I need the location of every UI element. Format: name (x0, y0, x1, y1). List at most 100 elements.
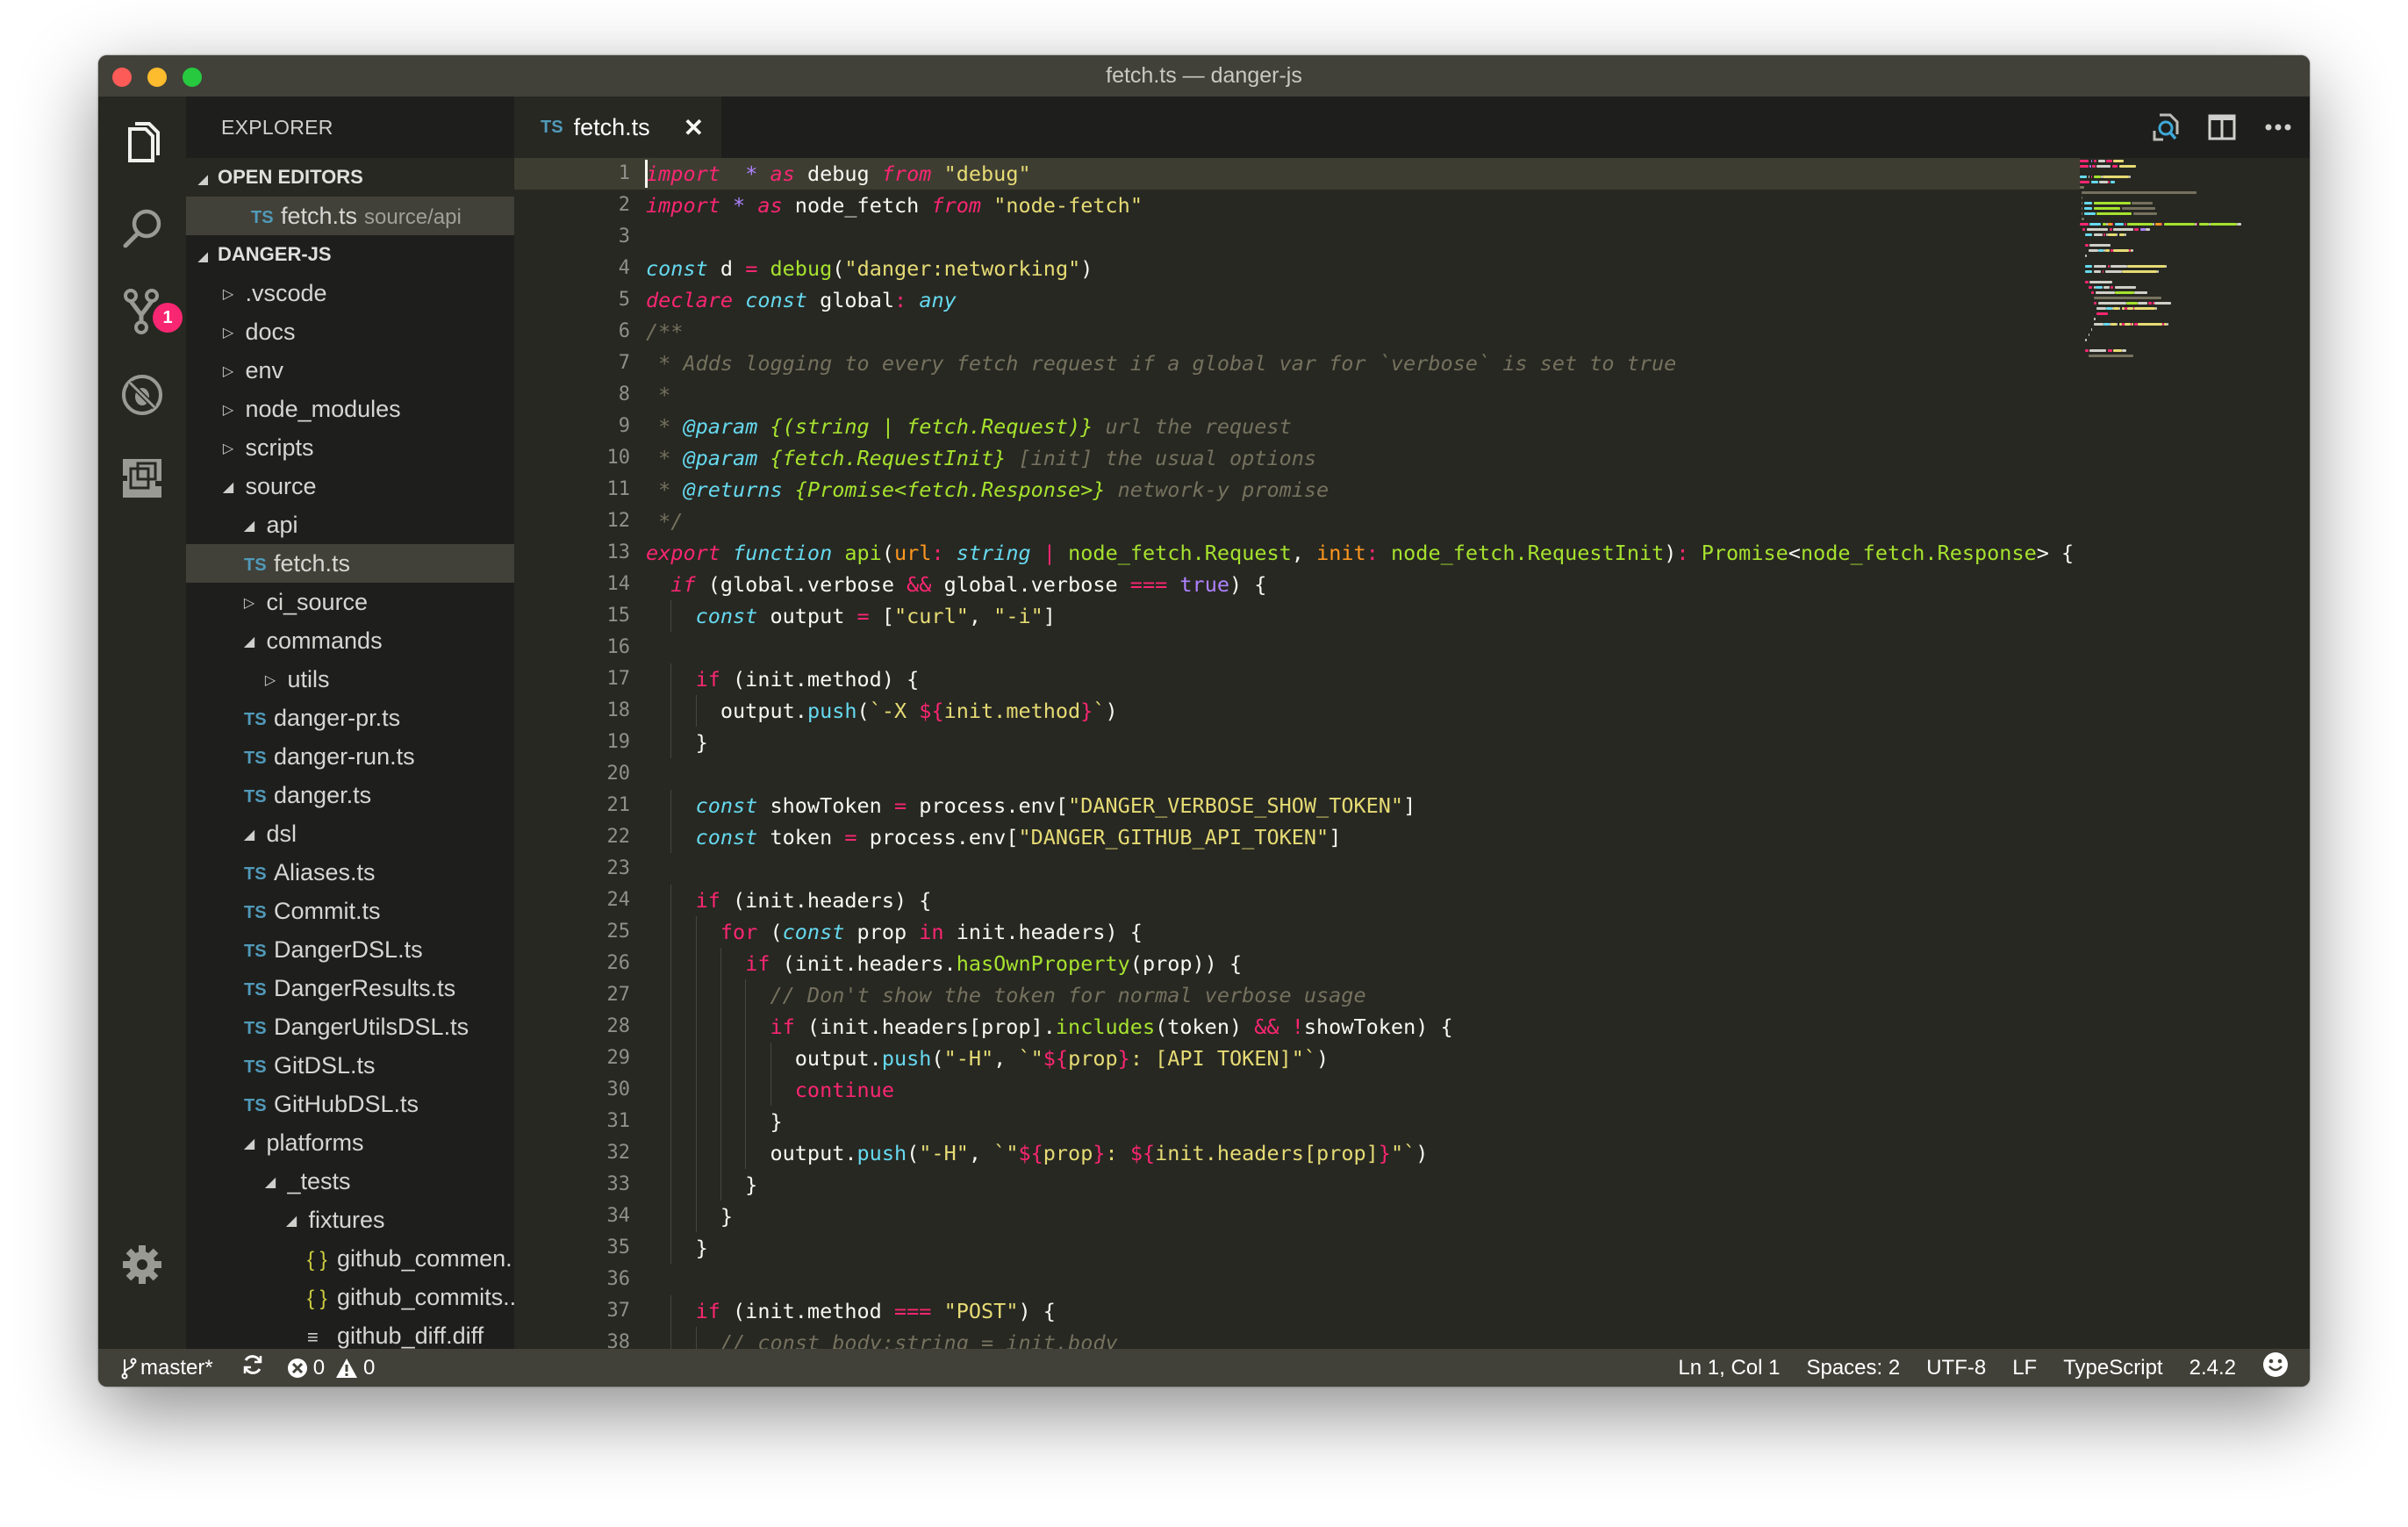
minimap-token (2104, 270, 2122, 273)
tree-item-scripts[interactable]: ▷ scripts (186, 428, 514, 467)
tree-item-fixtures[interactable]: ◢ fixtures (186, 1201, 514, 1239)
sync-button[interactable] (241, 1353, 264, 1382)
tree-item-utils[interactable]: ▷ utils (186, 660, 514, 699)
tree-item-platforms[interactable]: ◢ platforms (186, 1123, 514, 1162)
indent-guide (720, 1169, 721, 1201)
line-number: 34 (606, 1205, 631, 1227)
tree-item-dangerdsl-ts[interactable]: TS DangerDSL.ts (186, 930, 514, 969)
tree-item-label: github_commits... (337, 1284, 514, 1310)
manage-settings[interactable] (119, 1242, 165, 1287)
minimap-token (2090, 291, 2094, 294)
tree-item-fetch-ts[interactable]: TS fetch.ts (186, 544, 514, 583)
tree-item-commands[interactable]: ◢ commands (186, 621, 514, 660)
tree-item-github-diff-diff[interactable]: ≡ github_diff.diff (186, 1316, 514, 1349)
minimap-token (2080, 223, 2089, 226)
typescript-version[interactable]: 2.4.2 (2189, 1356, 2236, 1380)
minimap-token (2085, 270, 2093, 273)
minimap-token (2103, 286, 2110, 289)
code-editor[interactable]: 1 import * as debug from "debug" 2 import *… (514, 158, 2310, 1349)
tree-item-commit-ts[interactable]: TS Commit.ts (186, 892, 514, 930)
expanded-chevron-icon[interactable]: ◢ (218, 469, 239, 507)
line-number: 11 (606, 478, 631, 500)
tree-item-vscode[interactable]: ▷ .vscode (186, 274, 514, 312)
open-editors-section[interactable]: ◢ OPEN EDITORS (186, 158, 514, 197)
expanded-chevron-icon[interactable]: ◢ (239, 816, 260, 855)
collapsed-chevron-icon[interactable]: ▷ (218, 391, 239, 430)
minimap-token (2113, 228, 2133, 231)
tree-item-githubdsl-ts[interactable]: TS GitHubDSL.ts (186, 1085, 514, 1123)
line-number: 3 (618, 226, 630, 247)
activity-bar: 1 (98, 97, 186, 1349)
collapsed-chevron-icon[interactable]: ▷ (218, 353, 239, 391)
cursor-position[interactable]: Ln 1, Col 1 (1678, 1356, 1780, 1380)
language-mode[interactable]: TypeScript (2063, 1356, 2162, 1380)
code-line: 24 if (init.headers) { (514, 885, 2310, 916)
tree-item-tests[interactable]: ◢ _tests (186, 1162, 514, 1201)
minimap-token (2155, 307, 2157, 310)
tree-item-dangerresults-ts[interactable]: TS DangerResults.ts (186, 969, 514, 1007)
close-tab-icon[interactable]: ✕ (684, 113, 704, 142)
line-number: 21 (606, 794, 631, 816)
tree-item-dangerutilsdsl-ts[interactable]: TS DangerUtilsDSL.ts (186, 1007, 514, 1046)
activity-extensions[interactable] (116, 452, 168, 505)
branch-indicator[interactable]: master* (121, 1356, 213, 1380)
collapsed-chevron-icon[interactable]: ▷ (218, 276, 239, 314)
tree-item-aliases-ts[interactable]: TS Aliases.ts (186, 853, 514, 892)
collapsed-chevron-icon[interactable]: ▷ (260, 662, 281, 700)
tree-item-dsl[interactable]: ◢ dsl (186, 814, 514, 853)
project-section[interactable]: ◢ DANGER-JS (186, 235, 514, 274)
open-changes-button[interactable] (2150, 111, 2182, 143)
open-editor-path: source/api (364, 205, 462, 229)
expanded-chevron-icon[interactable]: ◢ (260, 1164, 281, 1202)
tree-item-github-commits[interactable]: { } github_commits... (186, 1278, 514, 1316)
encoding[interactable]: UTF-8 (1926, 1356, 1986, 1380)
feedback-button[interactable] (2262, 1351, 2289, 1384)
split-editor-button[interactable] (2206, 111, 2238, 143)
activity-explorer[interactable] (116, 116, 168, 168)
indent-guide (695, 1106, 697, 1137)
sidebar-title: EXPLORER (221, 116, 333, 139)
more-actions-button[interactable] (2262, 111, 2294, 143)
activity-search[interactable] (116, 202, 168, 254)
tree-item-env[interactable]: ▷ env (186, 351, 514, 390)
tree-item-gitdsl-ts[interactable]: TS GitDSL.ts (186, 1046, 514, 1085)
minimap-token (2083, 212, 2096, 215)
line-number: 31 (606, 1110, 631, 1132)
indent-guide (720, 1106, 721, 1137)
line-endings[interactable]: LF (2012, 1356, 2037, 1380)
open-editor-item[interactable]: TS fetch.ts source/api (186, 197, 514, 235)
collapsed-chevron-icon[interactable]: ▷ (218, 314, 239, 353)
minimap-token (2164, 223, 2196, 226)
minimap[interactable] (2080, 158, 2297, 1349)
tree-item-source[interactable]: ◢ source (186, 467, 514, 505)
tree-item-github-commen[interactable]: { } github_commen... (186, 1239, 514, 1278)
more-actions-icon (2265, 124, 2291, 131)
tree-item-danger-pr-ts[interactable]: TS danger-pr.ts (186, 699, 514, 737)
tree-item-api[interactable]: ◢ api (186, 505, 514, 544)
tree-item-danger-run-ts[interactable]: TS danger-run.ts (186, 737, 514, 776)
expanded-chevron-icon[interactable]: ◢ (239, 623, 260, 662)
tree-item-label: commands (266, 627, 383, 654)
minimap-token (2111, 181, 2115, 183)
tree-item-node-modules[interactable]: ▷ node_modules (186, 390, 514, 428)
minimap-token (2134, 291, 2147, 294)
tree-item-ci-source[interactable]: ▷ ci_source (186, 583, 514, 621)
expanded-chevron-icon[interactable]: ◢ (281, 1202, 302, 1241)
activity-debug[interactable] (116, 369, 168, 421)
collapsed-chevron-icon[interactable]: ▷ (239, 584, 260, 623)
tree-item-docs[interactable]: ▷ docs (186, 312, 514, 351)
line-number: 28 (606, 1015, 631, 1037)
expanded-chevron-icon[interactable]: ◢ (239, 507, 260, 546)
activity-source-control[interactable]: 1 (116, 285, 183, 338)
code-text: // const body:string = init.body (720, 1330, 1118, 1349)
collapsed-chevron-icon[interactable]: ▷ (218, 430, 239, 469)
tab-fetch-ts[interactable]: TS fetch.ts ✕ (514, 97, 721, 158)
code-text: } (646, 1236, 708, 1260)
tree-item-label: Aliases.ts (274, 859, 376, 885)
code-text: for (const prop in init.headers) { (720, 920, 1143, 944)
problems-indicator[interactable]: 0 0 (287, 1356, 375, 1380)
indentation[interactable]: Spaces: 2 (1806, 1356, 1900, 1380)
vertical-scrollbar[interactable] (2297, 158, 2310, 1349)
expanded-chevron-icon[interactable]: ◢ (239, 1125, 260, 1164)
tree-item-danger-ts[interactable]: TS danger.ts (186, 776, 514, 814)
